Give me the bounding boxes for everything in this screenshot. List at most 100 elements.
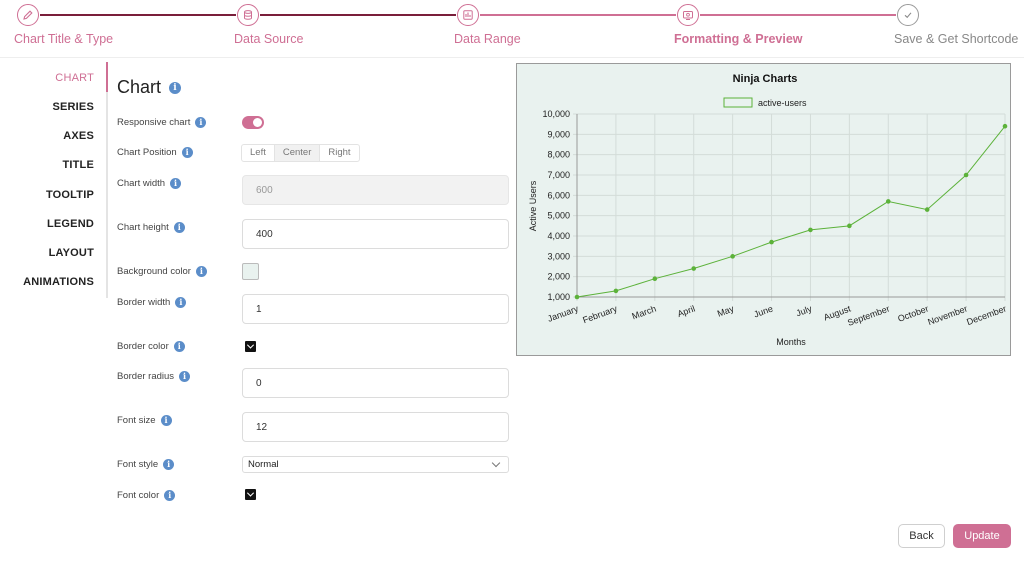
font-color-label: Font color i xyxy=(117,490,176,501)
info-icon[interactable]: i xyxy=(173,222,185,233)
x-tick-label: June xyxy=(752,303,774,319)
data-point xyxy=(963,172,969,178)
responsive-chart-label: Responsive chart i xyxy=(117,117,207,128)
x-tick-label: November xyxy=(926,303,968,327)
step-chart-title-type[interactable]: Chart Title & Type xyxy=(14,4,113,46)
border-color-label: Border color i xyxy=(117,341,185,352)
position-right-option[interactable]: Right xyxy=(320,145,358,161)
step-label: Data Range xyxy=(454,32,521,46)
background-color-swatch[interactable] xyxy=(242,263,259,280)
tab-tooltip[interactable]: TOOLTIP xyxy=(46,189,94,201)
database-icon xyxy=(237,4,259,26)
y-tick-label: 9,000 xyxy=(547,129,570,139)
chart-preview: Ninja Charts active-users 1,000 2,000 3,000 4… xyxy=(516,63,1011,356)
tab-animations[interactable]: ANIMATIONS xyxy=(23,276,94,288)
data-point xyxy=(924,207,930,212)
info-icon[interactable]: i xyxy=(164,490,176,501)
settings-tabs: CHART SERIES AXES TITLE TOOLTIP LEGEND L… xyxy=(0,62,108,302)
data-point xyxy=(613,288,619,294)
step-formatting-preview[interactable]: Formatting & Preview xyxy=(674,4,803,46)
chevron-down-icon xyxy=(491,458,501,468)
font-color-swatch[interactable] xyxy=(245,489,256,500)
step-connector xyxy=(700,14,896,16)
info-icon[interactable]: i xyxy=(160,415,172,426)
chart-height-input[interactable]: 400 xyxy=(242,219,509,249)
info-icon[interactable]: i xyxy=(179,371,191,382)
y-tick-label: 7,000 xyxy=(547,170,570,180)
info-icon[interactable]: i xyxy=(173,341,185,352)
info-icon[interactable]: i xyxy=(163,459,175,470)
info-icon[interactable]: i xyxy=(169,81,182,94)
info-icon[interactable]: i xyxy=(175,297,187,308)
tab-chart[interactable]: CHART xyxy=(55,72,94,84)
info-icon[interactable]: i xyxy=(181,147,193,158)
step-label: Chart Title & Type xyxy=(14,32,114,46)
step-connector xyxy=(260,14,456,16)
data-point xyxy=(574,294,580,300)
legend-swatch xyxy=(723,97,753,108)
border-color-swatch[interactable] xyxy=(245,341,256,352)
back-button[interactable]: Back xyxy=(898,524,945,548)
series-line xyxy=(576,125,1006,298)
wizard-stepper: Chart Title & Type Data Source Data Rang… xyxy=(0,0,1024,58)
y-tick-label: 1,000 xyxy=(547,292,570,302)
tab-series[interactable]: SERIES xyxy=(52,101,94,113)
active-tab-indicator xyxy=(106,62,108,92)
panel-title: Chart i xyxy=(117,77,182,98)
x-tick-label: July xyxy=(795,303,814,318)
font-style-label: Font style i xyxy=(117,459,175,470)
x-tick-label: May xyxy=(716,303,736,318)
chart-title: Ninja Charts xyxy=(733,73,798,85)
y-axis-title: Active Users xyxy=(528,180,538,231)
step-data-range[interactable]: Data Range xyxy=(454,4,521,46)
data-point xyxy=(730,254,735,259)
step-connector xyxy=(480,14,676,16)
x-tick-label: September xyxy=(846,303,891,327)
check-icon xyxy=(897,4,919,26)
step-data-source[interactable]: Data Source xyxy=(234,4,303,46)
x-tick-label: January xyxy=(546,303,580,324)
chart-height-label: Chart height i xyxy=(117,222,185,233)
toggle-knob xyxy=(253,118,262,127)
x-tick-label: December xyxy=(965,303,1007,327)
update-button[interactable]: Update xyxy=(953,524,1011,548)
position-center-option[interactable]: Center xyxy=(273,145,321,161)
border-width-input[interactable]: 1 xyxy=(242,294,509,324)
info-icon[interactable]: i xyxy=(170,178,182,189)
font-size-label: Font size i xyxy=(117,415,172,426)
font-style-select[interactable]: Normal xyxy=(242,456,509,473)
x-tick-label: October xyxy=(896,303,930,323)
y-tick-label: 4,000 xyxy=(547,231,570,241)
x-tick-label: April xyxy=(676,303,696,319)
info-icon[interactable]: i xyxy=(195,117,207,128)
step-label: Save & Get Shortcode xyxy=(894,32,1019,46)
responsive-chart-toggle[interactable] xyxy=(242,116,264,129)
tab-legend[interactable]: LEGEND xyxy=(47,218,94,230)
chart-width-input[interactable]: 600 xyxy=(242,175,509,205)
tab-title[interactable]: TITLE xyxy=(62,159,94,171)
data-point xyxy=(691,266,697,271)
step-save-shortcode[interactable]: Save & Get Shortcode xyxy=(894,4,1018,46)
x-tick-label: February xyxy=(581,303,619,325)
tab-layout[interactable]: LAYOUT xyxy=(49,247,94,259)
data-point xyxy=(652,276,658,281)
y-tick-label: 2,000 xyxy=(547,272,570,282)
tab-axes[interactable]: AXES xyxy=(63,130,94,142)
range-icon xyxy=(457,4,479,26)
y-tick-label: 5,000 xyxy=(547,211,570,221)
data-point xyxy=(885,199,891,204)
legend-label: active-users xyxy=(758,98,807,108)
chart-width-label: Chart width i xyxy=(117,178,182,189)
x-axis-title: Months xyxy=(776,337,806,347)
position-left-option[interactable]: Left xyxy=(242,145,274,161)
info-icon[interactable]: i xyxy=(195,266,207,277)
font-size-input[interactable]: 12 xyxy=(242,412,509,442)
y-tick-label: 10,000 xyxy=(542,109,570,119)
border-radius-label: Border radius i xyxy=(117,371,191,382)
data-point xyxy=(1002,123,1008,129)
background-color-label: Background color i xyxy=(117,266,207,277)
chart-position-label: Chart Position i xyxy=(117,147,193,158)
preview-icon xyxy=(677,4,699,26)
border-radius-input[interactable]: 0 xyxy=(242,368,509,398)
pencil-icon xyxy=(17,4,39,26)
